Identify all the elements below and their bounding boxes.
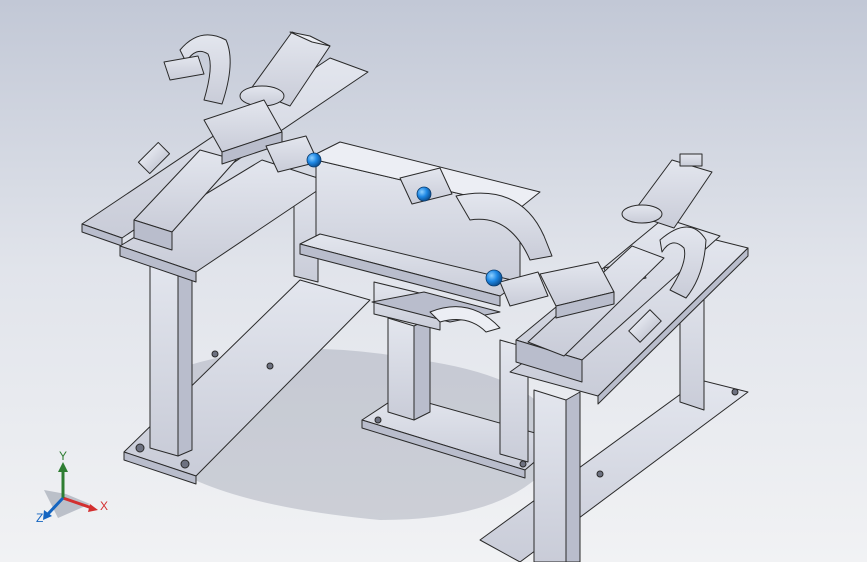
axis-triad: X Y Z — [36, 449, 108, 525]
left-front-leg — [149, 259, 179, 457]
blue-indicator-knob — [485, 269, 503, 287]
right-front-leg-side — [565, 391, 581, 562]
bolt-hole — [374, 416, 382, 424]
blue-indicator-knob — [416, 186, 432, 202]
left-front-leg-side — [177, 261, 193, 457]
x-axis-label: X — [100, 499, 108, 513]
right-motor-coupling — [621, 204, 663, 224]
blue-indicator-knob — [306, 152, 322, 168]
left-clamp-bracket — [163, 55, 205, 81]
fixture-assembly-model[interactable] — [0, 0, 867, 562]
bolt-hole — [731, 388, 739, 396]
bolt-hole — [596, 470, 604, 478]
center-leg-left — [387, 317, 415, 421]
center-leg-left-side — [413, 317, 431, 421]
y-axis-label: Y — [59, 449, 67, 463]
z-axis-label: Z — [36, 511, 43, 525]
y-axis: Y — [58, 449, 68, 498]
bolt-hole — [211, 350, 219, 358]
bolt-hole — [266, 362, 274, 370]
bolt-hole — [135, 443, 145, 453]
right-front-leg — [533, 389, 567, 562]
right-motor-encoder — [679, 153, 703, 167]
3d-viewport[interactable]: X Y Z — [0, 0, 867, 562]
bolt-hole — [180, 459, 190, 469]
bolt-hole — [519, 460, 527, 468]
